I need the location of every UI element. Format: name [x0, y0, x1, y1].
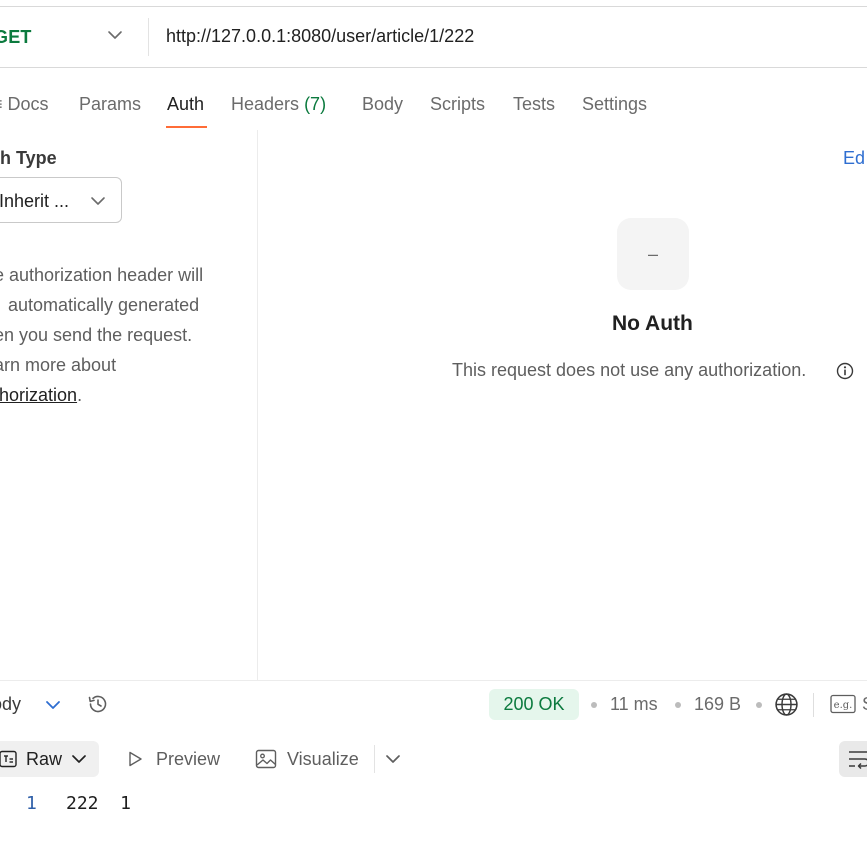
method-select[interactable]: GET	[0, 27, 32, 48]
headers-count: (7)	[304, 94, 327, 114]
save-example-icon[interactable]: e.g.	[830, 694, 856, 714]
raw-view-label: Raw	[26, 749, 63, 769]
tab-auth[interactable]: Auth	[167, 94, 204, 115]
response-divider	[0, 680, 867, 681]
url-bar: GET http://127.0.0.1:8080/user/article/1…	[0, 6, 867, 68]
line-number: 1	[26, 793, 37, 814]
tab-body[interactable]: Body	[362, 94, 403, 115]
response-body-text[interactable]: 222 1	[66, 793, 131, 814]
auth-description-line: automatically generated	[8, 295, 200, 315]
meta-divider	[813, 693, 814, 717]
tab-headers[interactable]: Headers (7)	[231, 94, 326, 115]
authorization-docs-link[interactable]: thorization	[0, 385, 77, 405]
raw-format-icon	[0, 750, 17, 768]
chevron-down-icon[interactable]	[384, 750, 402, 768]
auth-type-label: th Type	[0, 148, 57, 168]
separator-dot	[756, 702, 762, 708]
active-tab-indicator	[166, 126, 207, 128]
chevron-down-icon[interactable]	[106, 26, 124, 44]
wrap-lines-button[interactable]	[839, 741, 867, 777]
chevron-down-icon	[72, 755, 86, 763]
tab-label: Docs	[7, 94, 49, 114]
auth-type-select[interactable]: Inherit ...	[0, 177, 122, 223]
history-icon[interactable]	[86, 692, 110, 716]
separator-dot	[675, 702, 681, 708]
tab-docs[interactable]: ≡ Docs	[0, 94, 49, 115]
save-response-label[interactable]: S	[862, 694, 867, 715]
tab-params[interactable]: Params	[79, 94, 141, 115]
response-size[interactable]: 169 B	[694, 694, 741, 715]
auth-description-line: e authorization header will	[0, 265, 204, 285]
url-input[interactable]: http://127.0.0.1:8080/user/article/1/222	[166, 26, 474, 47]
tab-settings[interactable]: Settings	[582, 94, 647, 115]
auth-description-line: thorization.	[0, 385, 82, 406]
panel-divider	[257, 130, 258, 680]
status-badge[interactable]: 200 OK	[489, 689, 579, 720]
edit-link[interactable]: Ed	[843, 148, 865, 169]
example-icon-text: e.g.	[834, 700, 853, 711]
raw-view-button[interactable]: Raw	[0, 741, 99, 777]
chevron-down-icon[interactable]	[44, 696, 62, 714]
tab-scripts[interactable]: Scripts	[430, 94, 485, 115]
response-body-label[interactable]: ody	[0, 694, 21, 715]
docs-icon: ≡	[0, 94, 3, 114]
tab-tests[interactable]: Tests	[513, 94, 555, 115]
tab-label: Headers	[231, 94, 300, 114]
no-auth-icon: –	[617, 218, 689, 290]
separator-dot	[591, 702, 597, 708]
view-divider	[374, 745, 375, 773]
globe-icon[interactable]	[774, 692, 799, 717]
url-divider	[148, 18, 149, 56]
wrap-lines-icon	[849, 751, 867, 770]
link-suffix: .	[77, 385, 83, 405]
response-time[interactable]: 11 ms	[610, 694, 658, 715]
image-icon	[255, 749, 277, 769]
auth-description-line: arn more about	[0, 355, 117, 375]
chevron-down-icon	[91, 197, 105, 205]
preview-label: Preview	[156, 749, 221, 769]
info-icon[interactable]	[836, 362, 854, 380]
visualize-label: Visualize	[287, 749, 359, 769]
auth-type-value: Inherit ...	[0, 191, 70, 211]
play-icon	[129, 751, 142, 767]
empty-state-title: No Auth	[612, 312, 693, 335]
empty-state-description: This request does not use any authorizat…	[452, 360, 807, 380]
auth-description-line: en you send the request.	[0, 325, 193, 345]
